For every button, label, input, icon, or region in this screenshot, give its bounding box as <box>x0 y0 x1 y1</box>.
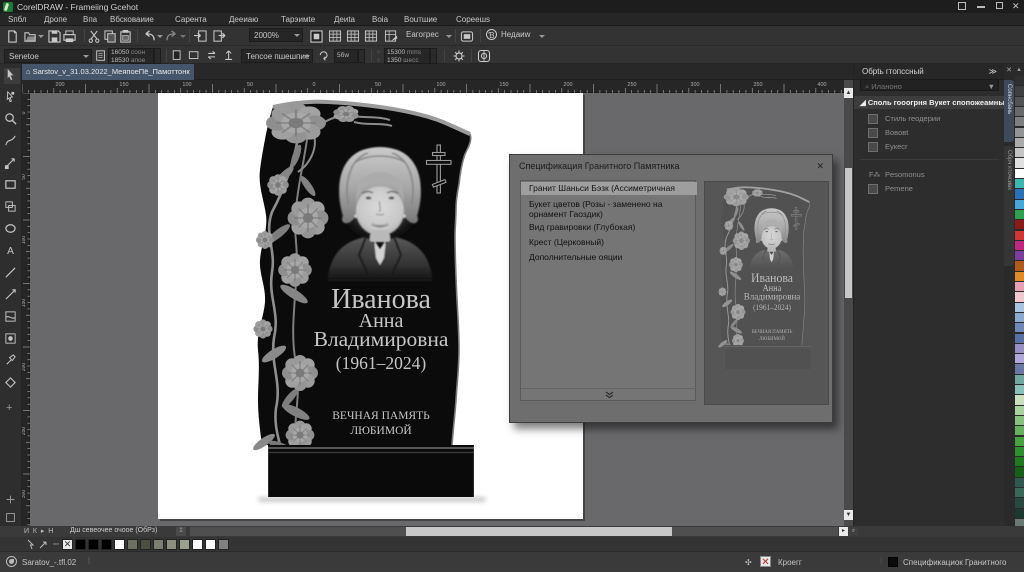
svg-text:100: 100 <box>22 236 27 245</box>
svg-text:300: 300 <box>22 490 27 499</box>
svg-text:0: 0 <box>312 82 315 88</box>
svg-text:250: 250 <box>22 427 27 436</box>
svg-text:50: 50 <box>375 82 381 88</box>
svg-text:A: A <box>7 246 14 257</box>
svg-text:0: 0 <box>22 111 27 114</box>
svg-text:150: 150 <box>22 299 27 308</box>
svg-text:300: 300 <box>690 82 699 88</box>
svg-text:200: 200 <box>563 82 572 88</box>
svg-text:150: 150 <box>119 82 128 88</box>
svg-text:400: 400 <box>817 82 826 88</box>
svg-text:100: 100 <box>436 82 445 88</box>
svg-text:200: 200 <box>22 363 27 372</box>
svg-text:50: 50 <box>22 174 27 180</box>
svg-text:250: 250 <box>627 82 636 88</box>
svg-text:50: 50 <box>247 82 253 88</box>
svg-text:100: 100 <box>182 82 191 88</box>
svg-text:200: 200 <box>55 82 64 88</box>
svg-text:350: 350 <box>753 82 762 88</box>
svg-text:150: 150 <box>499 82 508 88</box>
